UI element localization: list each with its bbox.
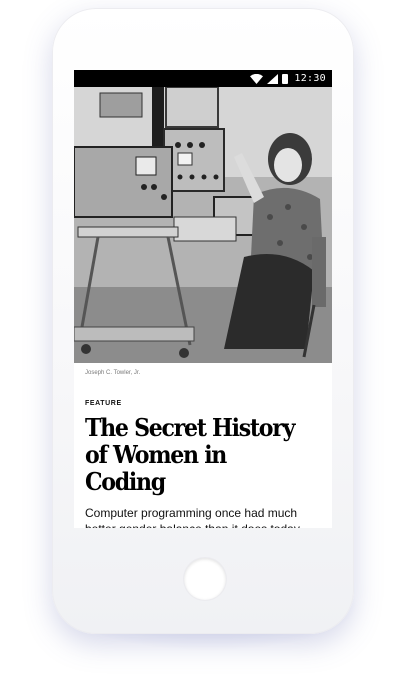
photo-credit: Joseph C. Towler, Jr. — [85, 370, 141, 376]
article-dek: Computer programming once had much bette… — [85, 506, 302, 528]
headline-line-2: of Women in Coding — [85, 440, 227, 496]
status-bar: 12:30 — [74, 70, 332, 87]
battery-icon — [282, 73, 289, 84]
signal-icon — [267, 73, 279, 84]
headline-line-1: The Secret History — [85, 413, 295, 442]
article-headline[interactable]: The Secret History of Women in Coding — [85, 414, 306, 495]
wifi-icon — [250, 73, 264, 84]
article-photo[interactable] — [74, 87, 332, 363]
phone-screen: 12:30 Joseph C. Towler, Jr. FEATURE The … — [74, 70, 332, 528]
article-kicker: FEATURE — [85, 400, 122, 407]
home-button[interactable] — [184, 558, 226, 600]
status-time: 12:30 — [294, 73, 326, 84]
status-icons: 12:30 — [250, 72, 326, 85]
